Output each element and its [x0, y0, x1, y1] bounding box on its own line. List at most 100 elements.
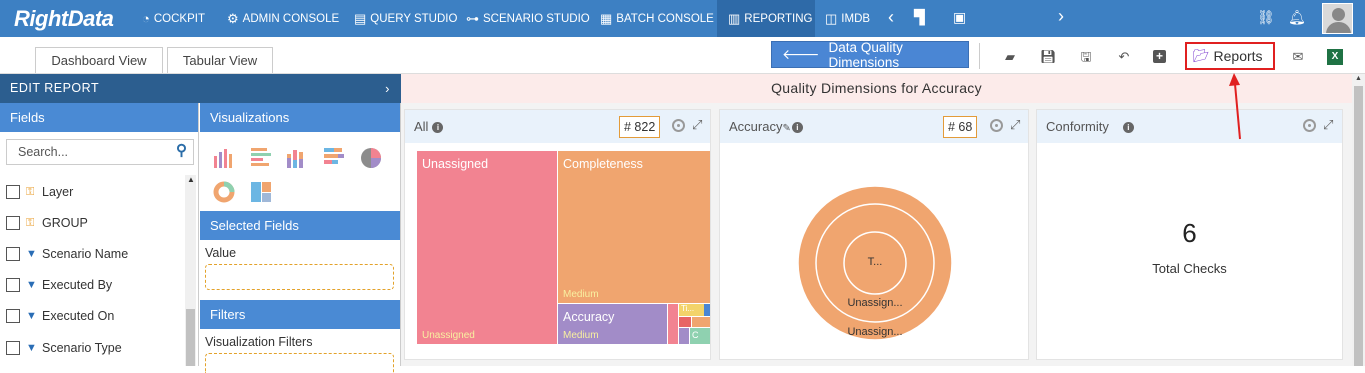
nav-reporting[interactable]: ▥ REPORTING	[717, 0, 815, 37]
filter-icon: ▼	[26, 279, 37, 291]
field-checkbox[interactable]	[6, 247, 20, 261]
nav-imdb-label: IMDB	[841, 12, 871, 25]
folder-open-icon: 📂︎	[1193, 48, 1210, 63]
column-chart-icon[interactable]	[212, 146, 236, 170]
treemap-label: Ti...	[681, 304, 695, 313]
book-icon[interactable]: ▰	[1002, 49, 1018, 65]
treemap-cell-small[interactable]	[679, 328, 689, 344]
nav-reporting-label: REPORTING	[744, 12, 813, 25]
field-item-scenario-type[interactable]: ▼ Scenario Type	[6, 339, 122, 357]
collapse-panel-icon[interactable]: ›	[385, 74, 390, 103]
settings-gear-icon[interactable]	[672, 119, 685, 132]
tab-dashboard-view[interactable]: Dashboard View	[35, 47, 163, 73]
back-button-label: Data Quality Dimensions	[828, 39, 903, 70]
stacked-bar-icon[interactable]	[322, 146, 346, 170]
treemap-cell-small[interactable]	[679, 317, 691, 327]
nav-admin-console[interactable]: ⚙ ADMIN CONSOLE	[227, 0, 339, 37]
link-icon[interactable]: ⛓	[1257, 9, 1275, 26]
reports-button[interactable]: 📂︎ Reports	[1185, 42, 1275, 70]
field-search-input[interactable]: Search... ⚲	[6, 139, 194, 165]
save-icon[interactable]: 💾︎	[1040, 49, 1057, 65]
window-tool-icon[interactable]: ▣	[953, 9, 966, 26]
fields-scrollbar[interactable]: ▲	[185, 175, 196, 366]
scroll-right-icon[interactable]: ›	[1058, 6, 1064, 27]
app-logo[interactable]: RightData	[14, 6, 114, 32]
expand-icon[interactable]: ⤢	[692, 117, 702, 133]
gear-icon: ⚙	[227, 10, 239, 26]
scroll-up-arrow-icon[interactable]: ▲	[1355, 75, 1362, 82]
info-icon[interactable]: i	[791, 122, 803, 133]
search-icon[interactable]: ⚲	[176, 139, 187, 163]
edit-report-title: EDIT REPORT	[10, 81, 100, 95]
scroll-up-arrow-icon[interactable]: ▲	[187, 175, 195, 184]
save-as-icon[interactable]: 🖫	[1078, 49, 1094, 65]
field-checkbox[interactable]	[6, 216, 20, 230]
undo-icon[interactable]: ↶	[1116, 49, 1132, 65]
treemap-cell-small[interactable]	[692, 317, 710, 327]
scrollbar-thumb[interactable]	[1354, 86, 1363, 366]
back-to-data-quality-dimensions-button[interactable]: 🡐 Data Quality Dimensions	[771, 39, 969, 70]
nav-imdb[interactable]: ◫ IMDB	[825, 0, 870, 37]
expand-icon[interactable]: ⤢	[1010, 117, 1020, 133]
field-item-layer[interactable]: ⚿ Layer	[6, 183, 73, 201]
dashboard-scrollbar[interactable]: ▲	[1352, 74, 1365, 366]
toolbar-divider	[979, 43, 980, 69]
treemap-cell-unassigned[interactable]: Unassigned Unassigned	[417, 151, 557, 344]
nav-cockpit[interactable]: ◔ COCKPIT	[142, 0, 205, 37]
add-icon[interactable]: +	[1153, 50, 1166, 63]
pie-chart-icon[interactable]	[359, 146, 383, 170]
nav-scenario-studio[interactable]: ⊶ SCENARIO STUDIO	[466, 0, 590, 37]
sunburst-ring-label: Unassign...	[847, 297, 902, 309]
edit-pencil-icon[interactable]: ✎	[782, 123, 790, 134]
email-icon[interactable]: ✉	[1290, 49, 1306, 65]
scroll-left-icon[interactable]: ‹	[888, 7, 894, 28]
filter-drop-zone[interactable]	[205, 353, 394, 373]
treemap-cell-accuracy[interactable]: Accuracy Medium	[558, 304, 667, 344]
treemap-cell-small[interactable]: C	[690, 328, 710, 344]
value-label: Value	[205, 246, 237, 260]
field-item-executed-by[interactable]: ▼ Executed By	[6, 276, 112, 294]
field-checkbox[interactable]	[6, 309, 20, 323]
settings-gear-icon[interactable]	[990, 119, 1003, 132]
count-badge: # 68	[943, 116, 978, 138]
tab-tabular-view[interactable]: Tabular View	[167, 47, 273, 73]
nav-query-studio[interactable]: ▤ QUERY STUDIO	[354, 0, 457, 37]
field-label: Scenario Name	[42, 247, 129, 261]
field-checkbox[interactable]	[6, 278, 20, 292]
reports-button-label: Reports	[1213, 48, 1263, 64]
field-item-scenario-name[interactable]: ▼ Scenario Name	[6, 245, 128, 263]
card-title: All i	[414, 119, 444, 134]
info-icon[interactable]: i	[432, 122, 444, 133]
treemap-cell-completeness[interactable]: Completeness Medium	[558, 151, 710, 303]
info-icon[interactable]: i	[1122, 122, 1134, 133]
treemap-cell-small[interactable]	[704, 304, 710, 316]
columns-icon: ◫	[825, 10, 838, 26]
nav-cockpit-label: COCKPIT	[153, 12, 205, 25]
donut-chart-icon[interactable]	[212, 180, 236, 204]
field-item-executed-on[interactable]: ▼ Executed On	[6, 307, 114, 325]
card-header: Accuracy✎ i # 68 ⤢	[720, 110, 1028, 143]
sunburst-chart[interactable]: T... Unassign... Unassign...	[786, 184, 964, 342]
scrollbar-thumb[interactable]	[186, 309, 195, 366]
card-conformity-title: Conformity	[1046, 119, 1109, 134]
treemap-icon[interactable]	[249, 180, 273, 204]
user-avatar[interactable]	[1322, 3, 1353, 34]
bar-chart-icon[interactable]	[249, 146, 273, 170]
expand-icon[interactable]: ⤢	[1323, 117, 1333, 133]
treemap-cell-small[interactable]: Ti...	[679, 304, 704, 316]
grid-tool-icon[interactable]: ▜	[914, 9, 925, 26]
bell-icon[interactable]: 🔔︎	[1288, 9, 1306, 26]
treemap-cell-small[interactable]	[668, 304, 678, 344]
excel-export-icon[interactable]: X	[1327, 49, 1343, 65]
bar-chart-icon: ▥	[728, 10, 741, 26]
field-checkbox[interactable]	[6, 185, 20, 199]
key-icon: ⚿	[26, 216, 35, 229]
treemap-sublabel: Medium	[563, 330, 599, 341]
dashboard-gauge-icon: ◔	[142, 11, 150, 26]
field-item-group[interactable]: ⚿ GROUP	[6, 214, 88, 232]
nav-batch-console[interactable]: ▦ BATCH CONSOLE	[600, 0, 714, 37]
field-checkbox[interactable]	[6, 341, 20, 355]
stacked-column-icon[interactable]	[285, 146, 309, 170]
settings-gear-icon[interactable]	[1303, 119, 1316, 132]
value-drop-zone[interactable]	[205, 264, 394, 290]
